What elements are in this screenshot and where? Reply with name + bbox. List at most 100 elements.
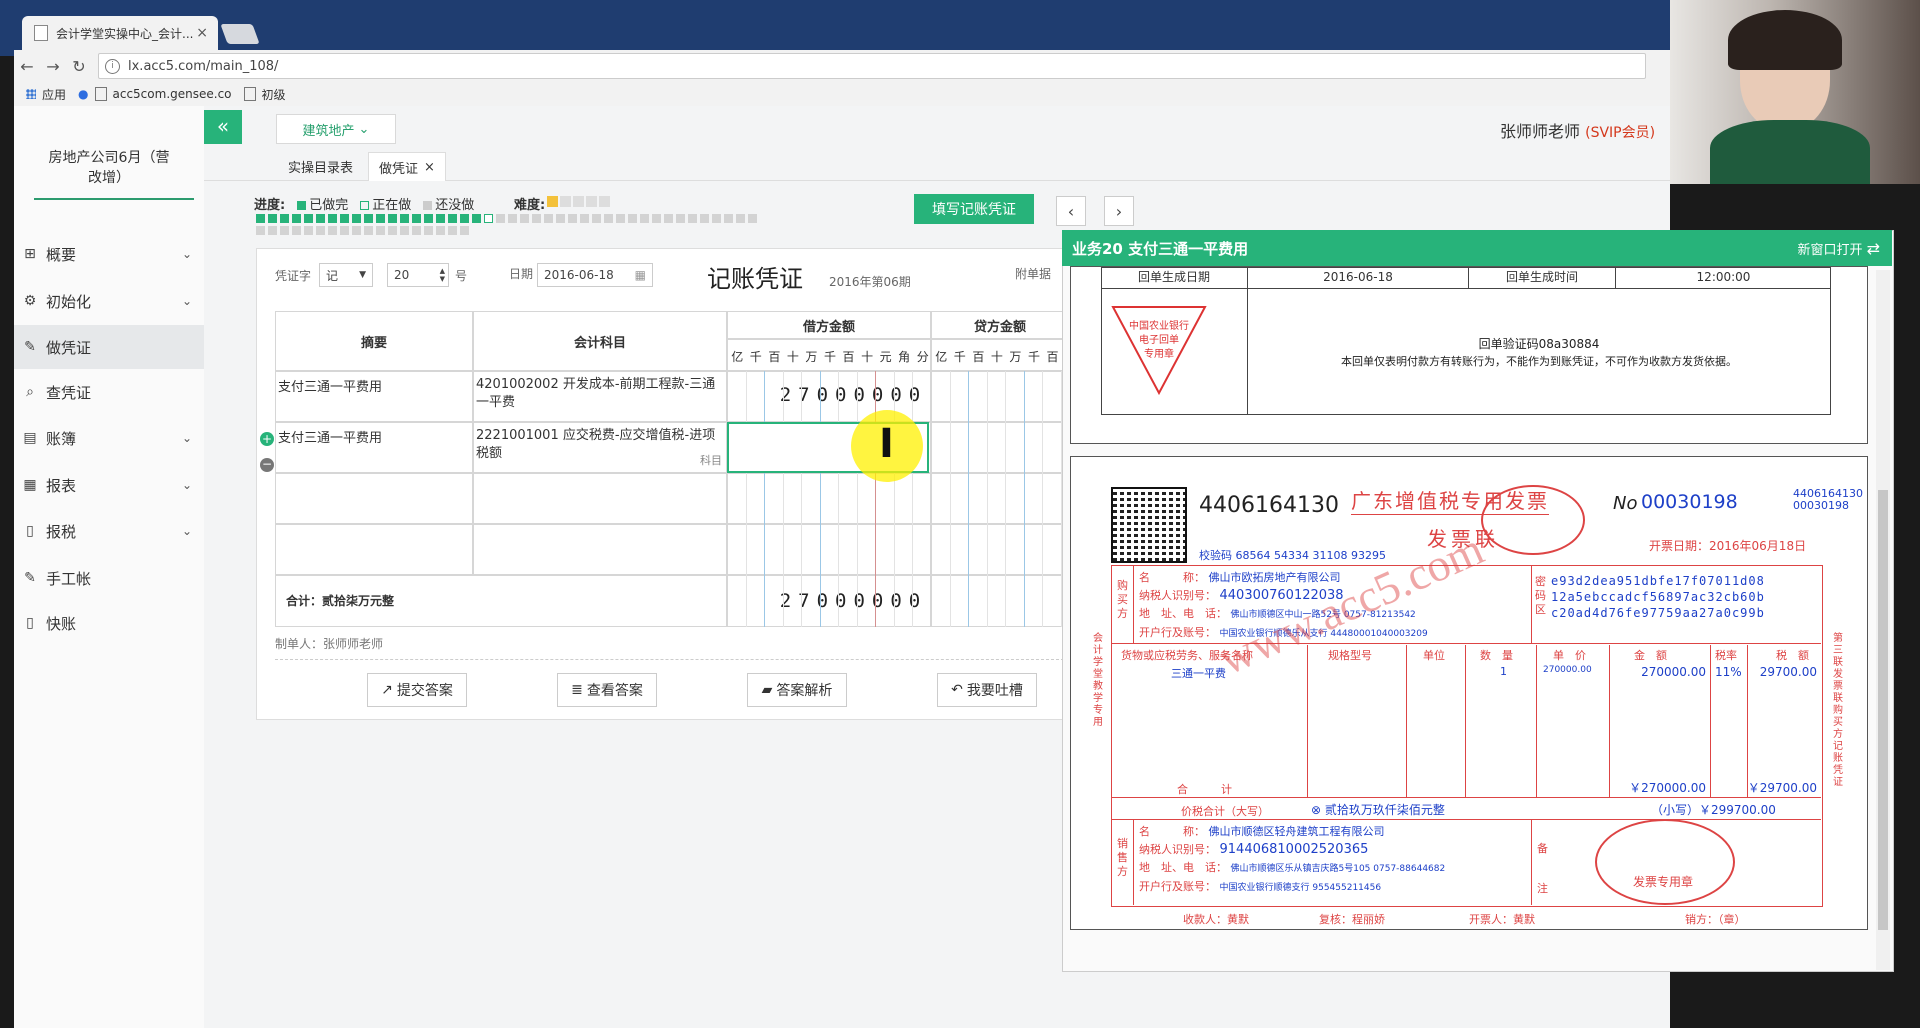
progress-cell[interactable] bbox=[472, 214, 481, 223]
progress-cell[interactable] bbox=[352, 214, 361, 223]
progress-cell[interactable] bbox=[436, 214, 445, 223]
fill-voucher-button[interactable]: 填写记账凭证 bbox=[914, 194, 1034, 224]
progress-cell[interactable] bbox=[424, 226, 433, 235]
progress-cell[interactable] bbox=[352, 226, 361, 235]
debit-cell[interactable] bbox=[727, 524, 931, 575]
progress-cell[interactable] bbox=[460, 226, 469, 235]
credit-cell[interactable] bbox=[931, 422, 1069, 473]
answer-analysis-button[interactable]: ▰ 答案解析 bbox=[747, 673, 847, 707]
progress-cell[interactable] bbox=[364, 214, 373, 223]
progress-cell[interactable] bbox=[748, 214, 757, 223]
sidebar-item-overview[interactable]: ⊞ 概要 ⌄ bbox=[14, 232, 204, 276]
sidebar-item-query-voucher[interactable]: ⌕ 查凭证 bbox=[14, 370, 204, 414]
progress-cell[interactable] bbox=[412, 214, 421, 223]
bookmark-apps[interactable]: 应用 bbox=[26, 86, 66, 103]
progress-cell[interactable] bbox=[268, 214, 277, 223]
progress-cell[interactable] bbox=[412, 226, 421, 235]
close-tab-icon[interactable]: × bbox=[196, 25, 208, 41]
submit-answer-button[interactable]: ↗ 提交答案 bbox=[367, 673, 467, 707]
scrollbar-thumb[interactable] bbox=[1878, 490, 1888, 930]
progress-cell[interactable] bbox=[316, 226, 325, 235]
account-cell[interactable] bbox=[473, 473, 727, 524]
sidebar-item-manual[interactable]: ✎ 手工帐 bbox=[14, 556, 204, 600]
progress-cell[interactable] bbox=[664, 214, 673, 223]
progress-cell[interactable] bbox=[448, 214, 457, 223]
bookmark-chuji[interactable]: 初级 bbox=[243, 86, 286, 103]
progress-cell[interactable] bbox=[736, 214, 745, 223]
credit-cell[interactable] bbox=[931, 524, 1069, 575]
progress-cell[interactable] bbox=[604, 214, 613, 223]
sidebar-item-make-voucher[interactable]: ✎ 做凭证 bbox=[14, 325, 204, 369]
new-tab-button[interactable] bbox=[220, 24, 260, 44]
progress-cell[interactable] bbox=[580, 214, 589, 223]
summary-cell[interactable] bbox=[275, 473, 473, 524]
user-info[interactable]: 张师师老师 (SVIP会员) bbox=[1500, 118, 1655, 142]
tab-make-voucher[interactable]: 做凭证 × bbox=[368, 152, 446, 181]
sidebar-item-init[interactable]: ⚙ 初始化 ⌄ bbox=[14, 279, 204, 323]
progress-cell[interactable] bbox=[292, 226, 301, 235]
next-button[interactable]: › bbox=[1104, 196, 1134, 226]
feedback-button[interactable]: ↶ 我要吐槽 bbox=[937, 673, 1037, 707]
bookmark-gensee[interactable]: ● acc5com.gensee.co bbox=[78, 87, 232, 101]
summary-cell[interactable] bbox=[275, 524, 473, 575]
progress-cell[interactable] bbox=[508, 214, 517, 223]
stepper-icon[interactable]: ▲ ▼ bbox=[440, 267, 445, 283]
credit-cell[interactable] bbox=[931, 371, 1069, 422]
progress-cell[interactable] bbox=[496, 214, 505, 223]
progress-cell[interactable] bbox=[688, 214, 697, 223]
progress-cell[interactable] bbox=[340, 214, 349, 223]
credit-cell[interactable] bbox=[931, 473, 1069, 524]
url-input[interactable]: i lx.acc5.com/main_108/ bbox=[98, 53, 1646, 79]
forward-arrow-icon[interactable]: → bbox=[40, 57, 66, 76]
progress-cell[interactable] bbox=[676, 214, 685, 223]
summary-cell[interactable]: 支付三通一平费用 bbox=[275, 422, 473, 473]
close-icon[interactable]: × bbox=[424, 160, 435, 175]
progress-cell[interactable] bbox=[568, 214, 577, 223]
account-cell[interactable]: 2221001001 应交税费-应交增值税-进项税额 科目 bbox=[473, 422, 727, 473]
progress-cell[interactable] bbox=[424, 214, 433, 223]
progress-cell[interactable] bbox=[700, 214, 709, 223]
sidebar-item-report[interactable]: ▦ 报表 ⌄ bbox=[14, 463, 204, 507]
date-input[interactable]: 2016-06-18 ▦ bbox=[537, 263, 653, 287]
reload-icon[interactable]: ↻ bbox=[66, 57, 92, 76]
progress-cell[interactable] bbox=[376, 226, 385, 235]
open-new-window-link[interactable]: 新窗口打开 ⇄ bbox=[1797, 239, 1880, 258]
sidebar-item-tax[interactable]: ▯ 报税 ⌄ bbox=[14, 509, 204, 553]
debit-cell[interactable] bbox=[727, 473, 931, 524]
voucher-number-input[interactable]: 20 ▲ ▼ bbox=[387, 263, 449, 287]
progress-cell[interactable] bbox=[388, 214, 397, 223]
tab-catalog[interactable]: 实操目录表 bbox=[278, 152, 363, 180]
progress-cell[interactable] bbox=[436, 226, 445, 235]
remove-row-icon[interactable]: − bbox=[260, 458, 274, 472]
progress-cell[interactable] bbox=[652, 214, 661, 223]
add-row-icon[interactable]: + bbox=[260, 432, 274, 446]
account-cell[interactable]: 4201002002 开发成本-前期工程款-三通一平费 bbox=[473, 371, 727, 422]
view-answer-button[interactable]: ≣ 查看答案 bbox=[557, 673, 657, 707]
progress-cell[interactable] bbox=[532, 214, 541, 223]
sidebar-item-ledger[interactable]: ▤ 账簿 ⌄ bbox=[14, 416, 204, 460]
word-select[interactable]: 记 ▼ bbox=[319, 263, 373, 287]
progress-cell[interactable] bbox=[292, 214, 301, 223]
progress-cell[interactable] bbox=[340, 226, 349, 235]
progress-cell[interactable] bbox=[388, 226, 397, 235]
progress-cell[interactable] bbox=[592, 214, 601, 223]
progress-cell[interactable] bbox=[268, 226, 277, 235]
progress-cell[interactable] bbox=[364, 226, 373, 235]
progress-cell[interactable] bbox=[400, 214, 409, 223]
progress-cell[interactable] bbox=[628, 214, 637, 223]
progress-cell[interactable] bbox=[328, 226, 337, 235]
progress-cell[interactable] bbox=[460, 214, 469, 223]
progress-cell[interactable] bbox=[712, 214, 721, 223]
progress-cell[interactable] bbox=[316, 214, 325, 223]
industry-dropdown[interactable]: 建筑地产 ⌄ bbox=[276, 114, 396, 144]
account-cell[interactable] bbox=[473, 524, 727, 575]
back-arrow-icon[interactable]: ← bbox=[14, 57, 40, 76]
sidebar-item-quick[interactable]: ▯ 快账 bbox=[14, 601, 204, 645]
progress-cell[interactable] bbox=[400, 226, 409, 235]
progress-cell[interactable] bbox=[280, 214, 289, 223]
progress-cell[interactable] bbox=[304, 214, 313, 223]
progress-cell[interactable] bbox=[328, 214, 337, 223]
progress-cell[interactable] bbox=[376, 214, 385, 223]
prev-button[interactable]: ‹ bbox=[1056, 196, 1086, 226]
progress-cell[interactable] bbox=[256, 226, 265, 235]
